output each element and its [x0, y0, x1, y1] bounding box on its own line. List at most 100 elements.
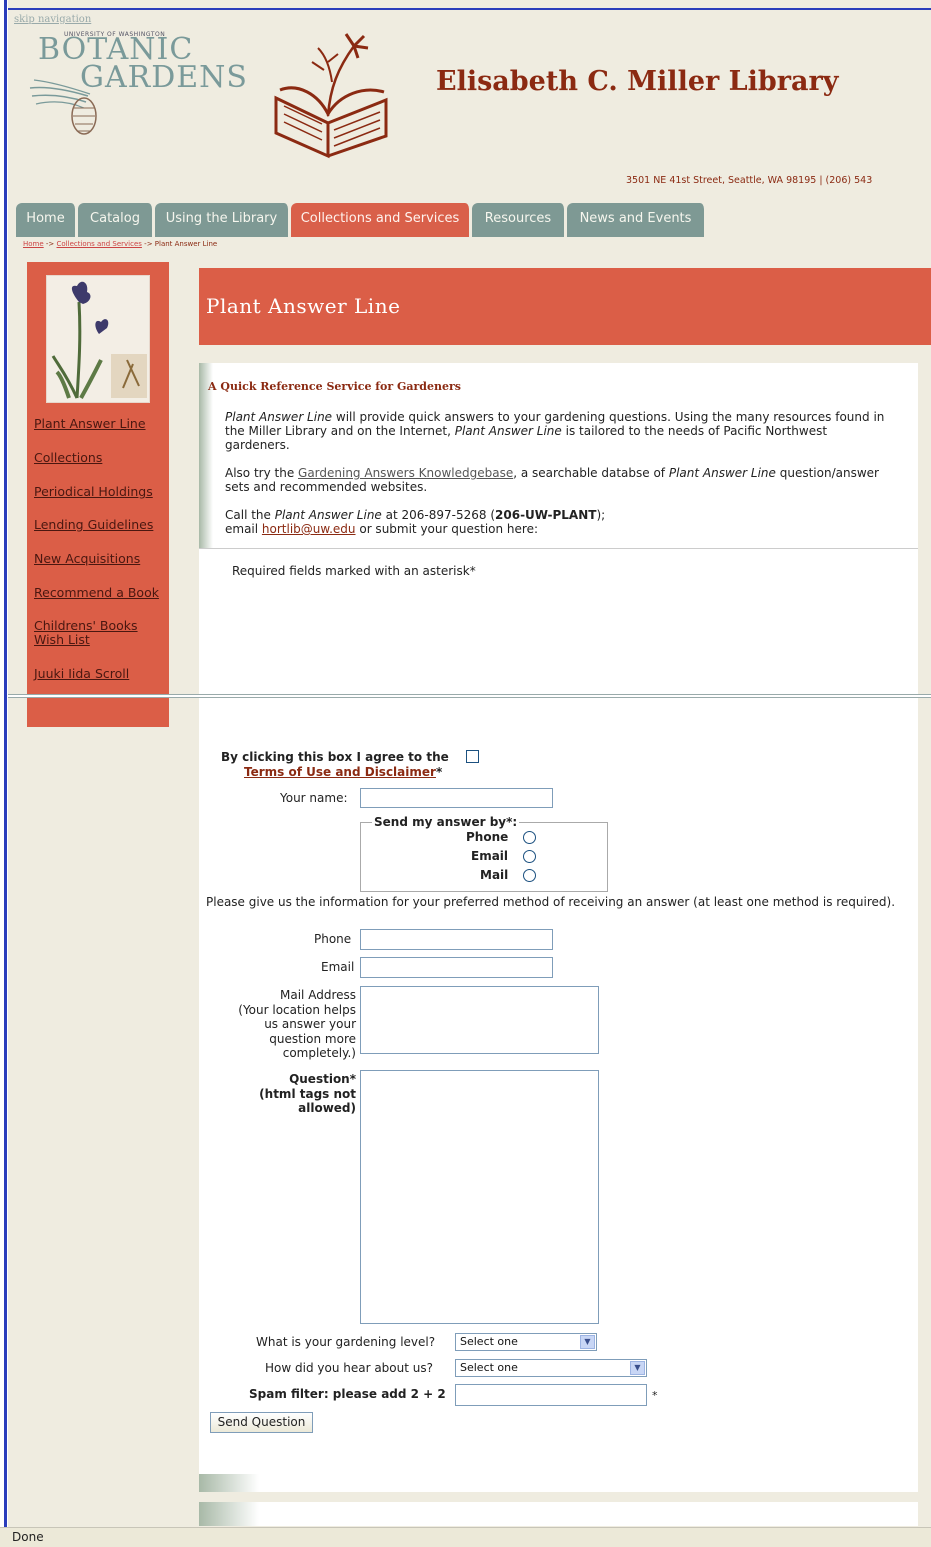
send-by-phone-radio[interactable]	[523, 831, 536, 844]
required-asterisk: *	[435, 765, 443, 779]
page-title: Plant Answer Line	[206, 294, 401, 318]
contact-text: Call the	[225, 508, 275, 522]
heard-about-label: How did you hear about us?	[265, 1361, 433, 1375]
question-label-line: Question*	[289, 1072, 356, 1086]
breadcrumb-current: Plant Answer Line	[154, 240, 218, 248]
tab-collections-and-services[interactable]: Collections and Services	[291, 203, 471, 237]
heard-about-value: Select one	[460, 1361, 518, 1374]
status-text: Done	[12, 1530, 44, 1544]
botanic-gardens-logo[interactable]: UNIVERSITY OF WASHINGTON BOTANIC GARDENS	[28, 28, 248, 135]
knowledgebase-link[interactable]: Gardening Answers Knowledgebase	[298, 466, 513, 480]
gardening-level-value: Select one	[460, 1335, 518, 1348]
sidebar-item-lending-guidelines[interactable]: Lending Guidelines	[34, 518, 153, 532]
send-question-button[interactable]: Send Question	[210, 1412, 313, 1433]
iris-illustration	[46, 275, 150, 403]
phone-mnemonic: 206-UW-PLANT	[495, 508, 597, 522]
sidebar-item-periodical-holdings[interactable]: Periodical Holdings	[34, 485, 153, 499]
contact-text: email	[225, 522, 262, 536]
tab-news-and-events[interactable]: News and Events	[567, 203, 706, 237]
sidebar-item-wish-list[interactable]: Wish List	[34, 633, 90, 647]
breadcrumb-home[interactable]: Home	[23, 240, 44, 248]
name-field[interactable]	[360, 788, 553, 808]
library-address: 3501 NE 41st Street, Seattle, WA 98195 |…	[626, 175, 873, 186]
send-by-email-radio[interactable]	[523, 850, 536, 863]
send-by-legend: Send my answer by*:	[372, 815, 520, 829]
question-label: Question* (html tags not allowed)	[259, 1072, 356, 1116]
kb-text: , a searchable databse of	[513, 466, 669, 480]
sidebar-item-collections[interactable]: Collections	[34, 451, 102, 465]
panel-divider	[199, 548, 918, 549]
tab-using-the-library[interactable]: Using the Library	[155, 203, 290, 237]
gardening-level-select[interactable]: Select one ▼	[455, 1333, 597, 1351]
send-by-phone-label: Phone	[466, 830, 509, 844]
spam-filter-field[interactable]	[455, 1384, 647, 1406]
service-name: Plant Answer Line	[274, 508, 382, 522]
tab-resources[interactable]: Resources	[472, 203, 566, 237]
terms-link[interactable]: Terms of Use and Disclaimer	[244, 765, 436, 779]
window-top-border	[8, 8, 931, 10]
question-label-line: (html tags not	[259, 1086, 356, 1101]
phone-label: Phone	[314, 932, 352, 946]
spam-required-asterisk: *	[652, 1389, 658, 1402]
phone-field[interactable]	[360, 929, 553, 950]
heard-about-select[interactable]: Select one ▼	[455, 1359, 647, 1377]
mail-address-label: Mail Address (Your location helps us ans…	[238, 988, 356, 1061]
tab-catalog[interactable]: Catalog	[78, 203, 154, 237]
sidebar: Plant Answer Line Collections Periodical…	[27, 262, 169, 727]
open-book-illustration	[274, 33, 388, 159]
sidebar-item-juuki-iida-scroll[interactable]: Juuki Iida Scroll	[34, 667, 129, 681]
breadcrumb-separator: ->	[43, 240, 57, 248]
agree-checkbox[interactable]	[466, 750, 479, 763]
breadcrumb-collections[interactable]: Collections and Services	[57, 240, 142, 248]
contact-text: );	[596, 508, 606, 522]
page-title-band: Plant Answer Line	[199, 268, 931, 345]
panel-bottom-shade	[199, 1474, 918, 1492]
spam-filter-label: Spam filter: please add 2 + 2	[249, 1387, 446, 1401]
breadcrumb: Home -> Collections and Services -> Plan…	[23, 240, 217, 248]
skip-navigation-link[interactable]: skip navigation	[14, 14, 91, 25]
service-name: Plant Answer Line	[668, 466, 776, 480]
knowledgebase-paragraph: Also try the Gardening Answers Knowledge…	[225, 466, 885, 494]
send-by-mail-label: Mail	[480, 868, 509, 882]
pinecone-icon	[29, 79, 97, 135]
email-label: Email	[321, 960, 355, 974]
name-label: Your name:	[280, 791, 348, 805]
required-fields-note: Required fields marked with an asterisk*	[232, 564, 476, 578]
sidebar-item-new-acquisitions[interactable]: New Acquisitions	[34, 552, 140, 566]
kb-text: Also try the	[225, 466, 299, 480]
library-title[interactable]: Elisabeth C. Miller Library	[436, 66, 838, 97]
contact-paragraph: Call the Plant Answer Line at 206-897-52…	[225, 508, 885, 536]
service-name: Plant Answer Line	[225, 410, 333, 424]
contact-info-note: Please give us the information for your …	[206, 895, 896, 909]
email-field[interactable]	[360, 957, 553, 978]
question-label-line: allowed)	[298, 1101, 356, 1115]
mail-address-label-line: question more	[269, 1031, 356, 1046]
page-break-line	[8, 694, 931, 698]
sidebar-item-plant-answer-line[interactable]: Plant Answer Line	[34, 417, 146, 431]
mail-address-label-line: us answer your	[264, 1017, 356, 1031]
mail-address-label-line: completely.)	[282, 1046, 356, 1060]
next-panel	[199, 1502, 918, 1526]
contact-text: at 206-897-5268 (	[381, 508, 496, 522]
chevron-down-icon: ▼	[580, 1335, 595, 1349]
email-link[interactable]: hortlib@uw.edu	[262, 522, 356, 536]
send-by-email-label: Email	[471, 849, 509, 863]
gardening-level-label: What is your gardening level?	[256, 1335, 436, 1349]
chevron-down-icon: ▼	[630, 1361, 645, 1375]
sidebar-item-childrens-books[interactable]: Childrens' Books	[34, 619, 138, 633]
mail-address-textarea[interactable]	[360, 986, 599, 1054]
agree-label: By clicking this box I agree to the	[221, 750, 449, 764]
tab-home[interactable]: Home	[16, 203, 77, 237]
intro-paragraph: Plant Answer Line will provide quick ans…	[225, 410, 885, 452]
send-by-mail-radio[interactable]	[523, 869, 536, 882]
sidebar-item-recommend-a-book[interactable]: Recommend a Book	[34, 586, 159, 600]
window-left-border	[0, 0, 8, 1527]
agree-line-2: Terms of Use and Disclaimer*	[244, 765, 442, 780]
contact-text: or submit your question here:	[355, 522, 538, 536]
question-textarea[interactable]	[360, 1070, 599, 1324]
section-heading: A Quick Reference Service for Gardeners	[208, 380, 461, 393]
browser-status-bar: Done	[0, 1527, 931, 1547]
breadcrumb-separator: ->	[141, 240, 155, 248]
service-name: Plant Answer Line	[454, 424, 562, 438]
mail-address-label-line: (Your location helps	[238, 1002, 356, 1017]
